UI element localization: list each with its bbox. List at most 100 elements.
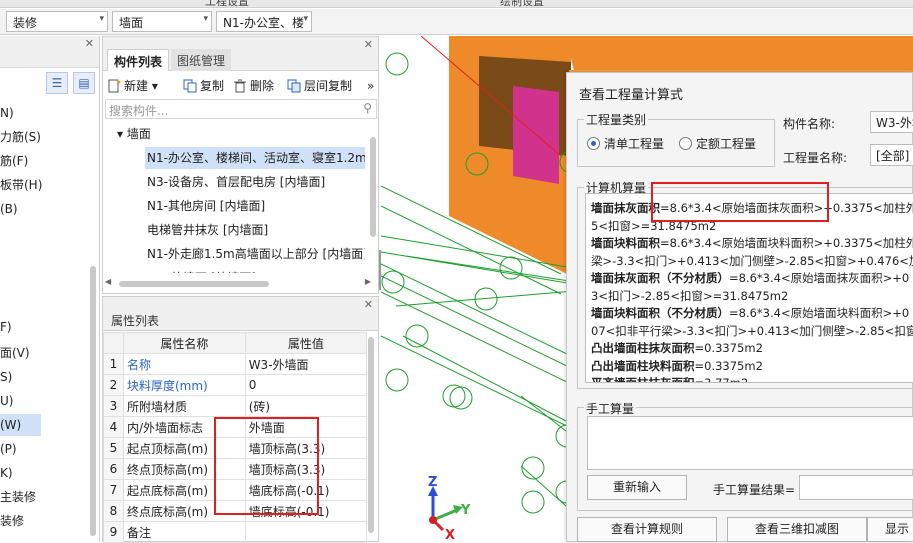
show-button[interactable]: 显示 — [867, 517, 913, 542]
component-value: N1-办公室、楼 — [223, 16, 304, 30]
tree-item[interactable]: 电梯管井抹灰 [内墙面] — [145, 219, 268, 241]
sidebar-item[interactable]: 主装修 — [0, 486, 96, 508]
highlight-box — [651, 182, 829, 222]
sidebar-item[interactable]: U) — [0, 390, 96, 412]
menu-draw-settings[interactable]: 绘制设置 — [500, 0, 544, 7]
manual-result-field[interactable] — [799, 475, 913, 500]
close-icon[interactable]: ✕ — [364, 38, 373, 51]
copy-button[interactable]: 复制 — [183, 75, 224, 97]
col-attr-name: 属性名称 — [123, 332, 246, 354]
row-number: 1 — [103, 353, 124, 375]
tree-vertical-scrollbar[interactable] — [370, 137, 376, 237]
delete-button[interactable]: 删除 — [233, 75, 274, 97]
component-name-label: 构件名称: — [783, 117, 836, 131]
sidebar-item[interactable]: 板带(H) — [0, 174, 96, 196]
left-nav-scrollbar[interactable] — [90, 266, 96, 536]
attr-value-cell[interactable]: (砖) — [244, 395, 368, 417]
tab-component-list[interactable]: 构件列表 — [107, 49, 170, 71]
tree-item[interactable]: N3-设备房、首层配电房 [内墙面] — [145, 171, 325, 193]
sidebar-item[interactable]: F) — [0, 316, 96, 338]
sidebar-item[interactable]: 筋(F) — [0, 150, 96, 172]
new-label: 新建 — [124, 79, 149, 93]
reenter-button[interactable]: 重新输入 — [587, 475, 687, 500]
calc-line: 凸出墙面柱抹灰面积=0.3375m2 — [591, 340, 763, 357]
new-button[interactable]: 新建 ▾ — [107, 75, 158, 97]
close-icon[interactable]: ✕ — [85, 37, 94, 50]
calc-line: 3<扣门>-2.85<扣窗>=31.8475m2 — [591, 288, 788, 305]
component-select[interactable]: N1-办公室、楼 ▾ — [216, 11, 312, 32]
view-calc-rules-button[interactable]: 查看计算规则 — [577, 517, 717, 542]
discipline-value: 装修 — [13, 16, 38, 30]
more-button[interactable]: » — [367, 75, 374, 97]
tree-item[interactable]: N1-其他房间 [内墙面] — [145, 195, 265, 217]
table-row[interactable]: 2 块料厚度(mm) 0 — [103, 374, 368, 396]
chevron-down-icon: ▾ — [203, 14, 208, 24]
trash-icon — [234, 79, 246, 93]
sidebar-item[interactable]: 装修 — [0, 510, 96, 532]
close-icon[interactable]: ✕ — [364, 298, 373, 311]
sidebar-item[interactable]: (B) — [0, 198, 96, 220]
calc-item-name: 墙面块料面积（不分材质） — [591, 306, 729, 320]
row-number: 8 — [103, 500, 124, 522]
list-view-icon[interactable]: ☰ — [46, 72, 68, 94]
calc-line: 平齐墙面柱抹灰面积=3.77m2 — [591, 375, 749, 383]
search-icon[interactable]: ⚲ — [363, 101, 372, 115]
manual-result-label: 手工算量结果= — [713, 483, 796, 497]
radio-bill-quantity[interactable]: 清单工程量 — [587, 135, 664, 152]
scroll-thumb[interactable] — [119, 281, 269, 287]
tree-item[interactable]: N1-办公室、楼梯间、活动室、寝室1.2m — [145, 147, 365, 169]
view-3d-deduction-button[interactable]: 查看三维扣减图 — [727, 517, 867, 542]
grid-line — [381, 263, 572, 357]
tree-item[interactable]: W3-外墙面 [外墙面] — [145, 267, 256, 273]
sidebar-item[interactable]: 力筋(S) — [0, 126, 96, 148]
category-select[interactable]: 墙面 ▾ — [112, 11, 212, 32]
scroll-left-icon[interactable]: ◀ — [105, 277, 111, 286]
tab-drawing-management[interactable]: 图纸管理 — [171, 49, 232, 71]
attr-value-cell[interactable]: 0 — [244, 374, 368, 396]
selector-row: 装修 ▾ 墙面 ▾ N1-办公室、楼 ▾ — [0, 9, 913, 35]
calc-line: 07<扣非平行梁>-3.3<扣门>+0.413<加门侧壁>-2.85<扣窗 — [591, 323, 913, 340]
search-input[interactable]: 搜索构件... ⚲ — [105, 99, 377, 119]
calc-item-name: 墙面块料面积 — [591, 236, 660, 250]
calc-item-name: 平齐墙面柱抹灰面积 — [591, 376, 695, 383]
manual-calc-input[interactable] — [587, 416, 913, 470]
qty-name-select[interactable]: [全部] — [870, 144, 913, 166]
component-name-field[interactable]: W3-外墙 — [870, 111, 913, 133]
attribute-title: 属性列表 — [111, 314, 160, 328]
floor-copy-button[interactable]: 层间复制 — [287, 75, 352, 97]
attr-name-cell: 所附墙材质 — [123, 395, 246, 417]
discipline-select[interactable]: 装修 ▾ — [6, 11, 108, 32]
attribute-panel: 属性列表 ✕ 属性名称 属性值 1 名称 W3-外墙面 2 块料厚度(mm) 0 3 所附墙材… — [102, 296, 379, 543]
qty-name-label: 工程量名称: — [783, 151, 848, 165]
category-value: 墙面 — [119, 16, 144, 30]
row-number: 7 — [103, 479, 124, 501]
sidebar-item[interactable]: (W) — [0, 414, 41, 436]
tree-item[interactable]: N1-外走廊1.5m高墙面以上部分 [内墙面] — [145, 243, 365, 265]
copy-label: 复制 — [200, 79, 225, 93]
row-number: 9 — [103, 521, 124, 543]
sidebar-item[interactable]: N) — [0, 102, 96, 124]
attribute-scrollbar[interactable] — [368, 337, 374, 533]
calc-formula: =0.3375m2 — [694, 358, 763, 373]
sidebar-item[interactable]: (P) — [0, 438, 96, 460]
calc-line: 墙面块料面积=8.6*3.4<原始墙面块料面积>+0.3375<加柱外 — [591, 235, 913, 252]
attr-name-cell: 块料厚度(mm) — [123, 374, 246, 396]
sidebar-item[interactable]: 面(V) — [0, 342, 96, 364]
axis-grid-bubble — [442, 384, 466, 408]
attr-value-cell[interactable]: W3-外墙面 — [244, 353, 368, 375]
scroll-right-icon[interactable]: ▶ — [365, 277, 371, 286]
calc-formula: =3.77m2 — [694, 376, 749, 383]
sidebar-item[interactable]: S) — [0, 366, 96, 388]
tree-horizontal-scrollbar[interactable]: ◀ ▶ — [105, 277, 375, 289]
detail-view-icon[interactable]: ▤ — [73, 72, 95, 94]
menu-project-settings[interactable]: 工程设置 — [205, 0, 249, 7]
sidebar-item[interactable]: K) — [0, 462, 96, 484]
table-row[interactable]: 1 名称 W3-外墙面 — [103, 353, 368, 375]
table-row[interactable]: 3 所附墙材质 (砖) — [103, 395, 368, 417]
axis-grid-bubble — [521, 490, 545, 514]
tree-root[interactable]: ▾ 墙面 — [117, 123, 151, 145]
table-row[interactable]: 9 备注 — [103, 521, 368, 543]
attr-value-cell[interactable] — [244, 521, 368, 543]
axis-x-label: X — [445, 528, 455, 542]
radio-quota-quantity[interactable]: 定额工程量 — [679, 135, 756, 152]
